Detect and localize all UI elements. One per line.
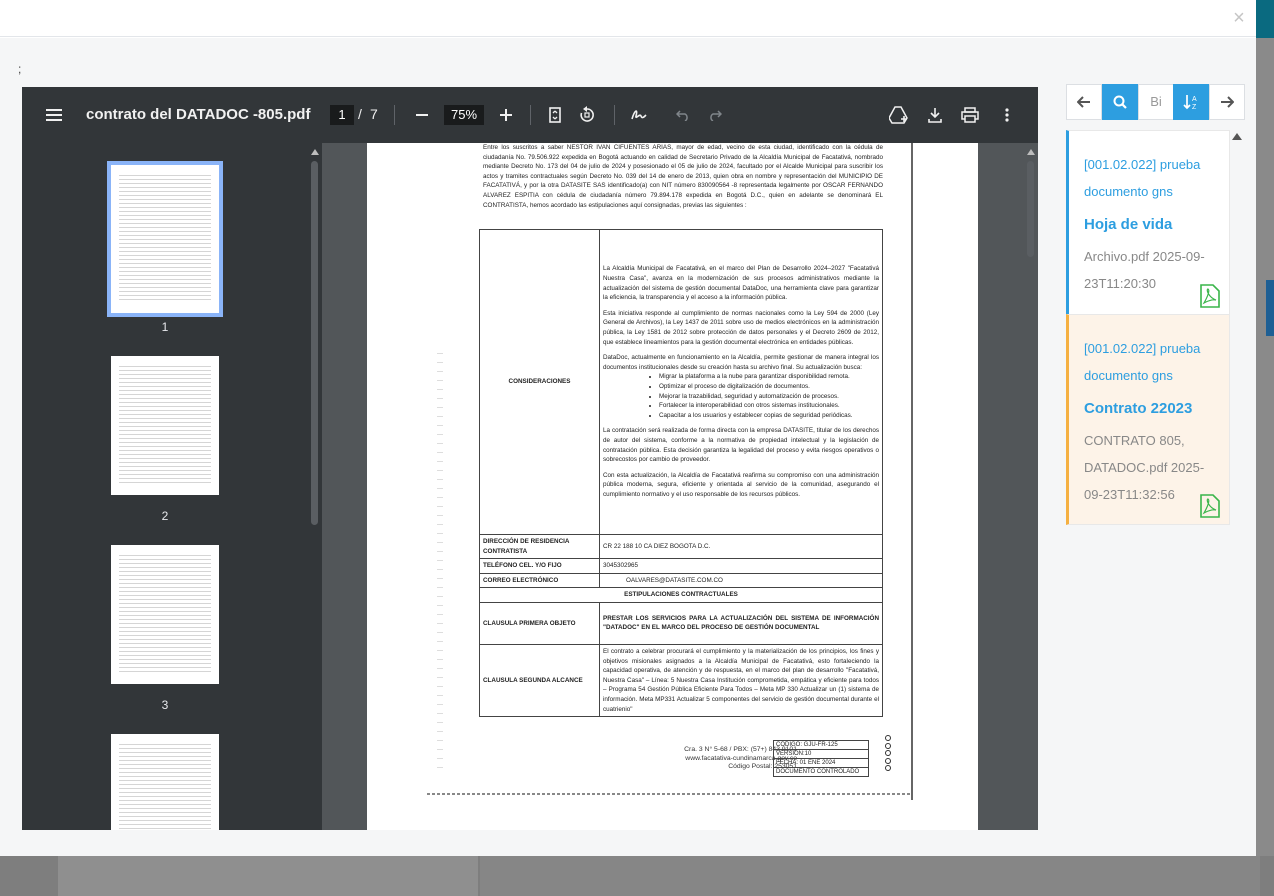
social-icons xyxy=(885,735,892,773)
result-code[interactable]: [001.02.022] prueba documento gns xyxy=(1084,335,1217,389)
stray-text: ; xyxy=(18,62,22,76)
print-icon[interactable] xyxy=(958,103,982,127)
document-scrollbar[interactable] xyxy=(1027,161,1034,257)
menu-icon[interactable] xyxy=(42,103,66,127)
zoom-input[interactable]: 75% xyxy=(444,105,484,125)
scope-label: CLAUSULA SEGUNDA ALCANCE xyxy=(479,643,600,718)
toolbar-divider xyxy=(614,105,615,125)
thumbnail-label: 3 xyxy=(161,698,169,712)
scanned-contract: Entre los suscritos a saber NESTOR IVAN … xyxy=(427,143,915,800)
address-label: DIRECCIÓN DE RESIDENCIA CONTRATISTA xyxy=(479,533,600,560)
more-options-icon[interactable] xyxy=(995,103,1019,127)
toolbar-divider xyxy=(530,105,531,125)
result-card[interactable]: [001.02.022] prueba documento gns Hoja d… xyxy=(1066,130,1230,315)
result-file: CONTRATO 805, DATADOC.pdf 2025-09-23T11:… xyxy=(1084,433,1205,502)
search-results-panel: Bi AZ [001.02.022] prueba documento gns … xyxy=(1066,84,1246,534)
backdrop-bottom xyxy=(0,856,1274,896)
svg-text:Z: Z xyxy=(1192,104,1197,110)
stipulations-header: ESTIPULACIONES CONTRACTUALES xyxy=(479,587,883,603)
pdf-toolbar: contrato del DATADOC -805.pdf 1 / 7 75% xyxy=(22,87,1038,143)
fit-page-icon[interactable] xyxy=(543,103,567,127)
contract-table: CONSIDERACIONES La Alcaldía Municipal de… xyxy=(479,229,883,718)
pdf-file-icon[interactable] xyxy=(1199,284,1221,308)
phone-value: 3045302965 xyxy=(599,558,883,574)
svg-text:A: A xyxy=(1192,96,1197,103)
scroll-up-icon[interactable] xyxy=(311,149,319,155)
scroll-up-icon[interactable] xyxy=(1027,149,1035,155)
undo-icon[interactable] xyxy=(671,103,695,127)
thumbnail-label: 2 xyxy=(161,509,169,523)
search-input[interactable]: Bi xyxy=(1138,84,1174,120)
download-icon[interactable] xyxy=(923,103,947,127)
thumbnail-label: 1 xyxy=(161,320,169,334)
thumbnail-scrollbar[interactable] xyxy=(311,161,318,525)
thumbnail-page-2[interactable] xyxy=(111,356,219,495)
document-preview-modal: × ; contrato del DATADOC -805.pdf 1 / 7 … xyxy=(0,0,1256,856)
annotate-icon[interactable] xyxy=(627,103,651,127)
email-label: CORREO ELECTRÓNICO xyxy=(479,572,600,589)
thumbnail-sidebar: 1 2 3 xyxy=(22,143,322,830)
results-list: [001.02.022] prueba documento gns Hoja d… xyxy=(1066,130,1230,525)
modal-header: × xyxy=(0,0,1256,37)
sort-button[interactable]: AZ xyxy=(1173,84,1209,120)
considerations-label: CONSIDERACIONES xyxy=(479,229,600,535)
considerations-text: La Alcaldía Municipal de Facatativá, en … xyxy=(599,229,883,535)
toolbar-divider xyxy=(394,105,395,125)
result-name[interactable]: Hoja de vida xyxy=(1084,211,1217,239)
page-total: 7 xyxy=(370,106,378,122)
thumbnail-page-1[interactable] xyxy=(107,161,223,317)
backdrop-right-edge xyxy=(1256,0,1274,896)
contract-intro: Entre los suscritos a saber NESTOR IVAN … xyxy=(483,144,883,209)
pdf-filename: contrato del DATADOC -805.pdf xyxy=(86,106,311,123)
next-button[interactable] xyxy=(1209,84,1245,120)
result-file: Archivo.pdf 2025-09-23T11:20:30 xyxy=(1084,249,1205,291)
close-icon[interactable]: × xyxy=(1230,7,1248,29)
scope-value: El contrato a celebrar procurará el cump… xyxy=(599,643,883,718)
redo-icon[interactable] xyxy=(703,103,727,127)
object-label: CLAUSULA PRIMERA OBJETO xyxy=(479,601,600,645)
footer-codes: CODIGO: GJU-FR-125 VERSIÓN:10 FECHA: 01 … xyxy=(773,740,869,777)
pdf-file-icon[interactable] xyxy=(1199,494,1221,518)
page-separator: / xyxy=(358,106,362,122)
zoom-out-icon[interactable] xyxy=(410,103,434,127)
document-area: Entre los suscritos a saber NESTOR IVAN … xyxy=(322,143,1038,830)
add-to-drive-icon[interactable] xyxy=(887,103,911,127)
zoom-in-icon[interactable] xyxy=(494,103,518,127)
pdf-viewer: contrato del DATADOC -805.pdf 1 / 7 75% xyxy=(22,87,1038,830)
result-card[interactable]: [001.02.022] prueba documento gns Contra… xyxy=(1066,314,1230,525)
object-value: PRESTAR LOS SERVICIOS PARA LA ACTUALIZAC… xyxy=(599,601,883,645)
results-scroll-up-icon[interactable] xyxy=(1232,133,1242,140)
previous-button[interactable] xyxy=(1066,84,1102,120)
result-code[interactable]: [001.02.022] prueba documento gns xyxy=(1084,151,1217,205)
pdf-page: Entre los suscritos a saber NESTOR IVAN … xyxy=(367,143,978,830)
result-name[interactable]: Contrato 22023 xyxy=(1084,395,1217,423)
email-value: OALVARES@DATASITE.COM.CO xyxy=(599,572,883,589)
rotate-icon[interactable] xyxy=(575,103,599,127)
phone-label: TELÉFONO CEL. Y/O FIJO xyxy=(479,558,600,574)
search-button[interactable] xyxy=(1102,84,1138,120)
thumbnail-page-4[interactable] xyxy=(111,734,219,830)
page-number-input[interactable]: 1 xyxy=(330,105,354,125)
address-value: CR 22 188 10 CA DIEZ BOGOTA D.C. xyxy=(599,533,883,560)
thumbnail-page-3[interactable] xyxy=(111,545,219,684)
